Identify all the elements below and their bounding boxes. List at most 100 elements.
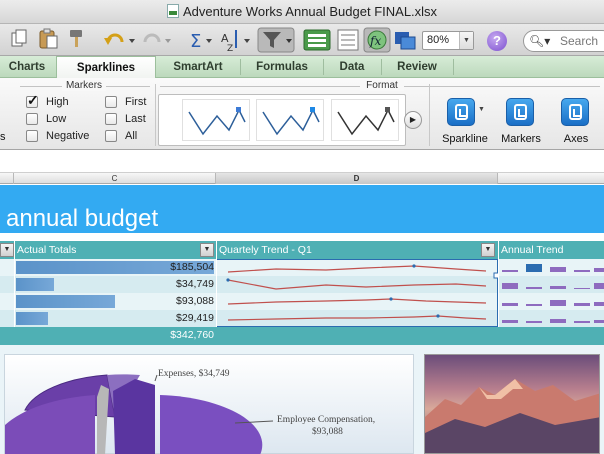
quarterly-sparklines[interactable] — [216, 259, 498, 327]
markers-button-label: Markers — [501, 133, 541, 145]
sparkline-style-3[interactable] — [331, 99, 399, 141]
filter-dropdown-icon[interactable]: ▼ — [200, 243, 214, 257]
marker-high-checkbox[interactable]: High — [26, 93, 106, 111]
markers-group-title: Markers — [62, 80, 106, 91]
help-button[interactable]: ? — [487, 31, 507, 51]
axes-icon — [569, 104, 582, 120]
header-actual-totals[interactable]: Actual Totals — [14, 241, 200, 259]
actual-total-value[interactable]: $185,504 — [16, 261, 214, 273]
column-header-e[interactable] — [498, 173, 604, 184]
sparkline-button-label: Sparkline — [442, 133, 488, 145]
marker-negative-checkbox[interactable]: Negative — [26, 129, 106, 145]
header-annual-trend[interactable]: Annual Trend — [498, 241, 604, 259]
axes-button-label: Axes — [563, 133, 589, 145]
toolbox-icon[interactable] — [337, 29, 359, 51]
filter-dropdown-icon[interactable]: ▼ — [481, 243, 495, 257]
tab-formulas[interactable]: Formulas — [242, 56, 322, 78]
actual-total-value[interactable]: $93,088 — [16, 295, 214, 307]
filter-icon[interactable] — [257, 27, 295, 53]
markers-icon — [514, 104, 527, 120]
tab-divider — [453, 59, 454, 75]
filter-dropdown-icon[interactable]: ▼ — [0, 243, 14, 257]
help-icon: ? — [493, 33, 501, 48]
autosum-icon[interactable]: Σ — [190, 31, 212, 52]
window-title: Adventure Works Annual Budget FINAL.xlsx — [0, 4, 604, 19]
marker-low-label: Low — [46, 113, 67, 125]
header-quarterly-trend[interactable]: Quartely Trend - Q1 — [216, 241, 480, 259]
sort-icon[interactable]: A Z — [221, 30, 250, 54]
column-header-d[interactable]: D — [216, 173, 498, 184]
svg-text:Σ: Σ — [190, 31, 201, 52]
group-separator — [155, 84, 156, 146]
marker-last-checkbox[interactable]: Last — [105, 112, 165, 128]
banner-title: annual budget — [6, 205, 159, 232]
undo-icon[interactable] — [104, 33, 135, 45]
window-title-text: Adventure Works Annual Budget FINAL.xlsx — [182, 4, 438, 19]
zoom-dropdown-icon[interactable]: ▼ — [459, 32, 473, 49]
marker-last-label: Last — [125, 113, 146, 125]
tab-charts[interactable]: Charts — [0, 56, 54, 78]
tab-review[interactable]: Review — [382, 56, 452, 78]
gallery-icon[interactable] — [303, 29, 331, 51]
chart-annotation-employee: Employee Compensation, — [277, 415, 376, 425]
sparkline-dropdown-icon[interactable]: ▼ — [478, 106, 485, 113]
markers-button[interactable] — [506, 98, 534, 126]
gallery-next-button[interactable]: ▶ — [404, 111, 422, 129]
sparkline-style-2[interactable] — [256, 99, 324, 141]
sparkline-style-gallery — [158, 94, 406, 146]
marker-high-label: High — [46, 96, 69, 108]
search-icon: 🔍︎▾ — [529, 34, 551, 48]
media-browser-icon[interactable] — [395, 32, 416, 50]
checkbox-icon[interactable] — [105, 113, 117, 125]
zoom-value: 80% — [427, 34, 450, 46]
formula-builder-icon[interactable]: fx — [363, 27, 391, 53]
svg-text:Z: Z — [227, 44, 233, 54]
svg-text:fx: fx — [369, 34, 381, 48]
actual-total-value[interactable]: $34,749 — [16, 278, 214, 290]
sparkline-style-1[interactable] — [182, 99, 250, 141]
checkbox-icon[interactable] — [105, 96, 117, 108]
marker-first-label: First — [125, 96, 147, 108]
tab-divider — [240, 59, 241, 75]
ribbon-tab-bar: Charts Sparklines SmartArt Formulas Data… — [0, 56, 604, 78]
marker-all-label: All — [125, 130, 138, 142]
search-placeholder: Search — [560, 34, 599, 48]
document-icon — [166, 4, 179, 18]
column-header-c[interactable]: C — [14, 173, 216, 184]
format-group-title: Format — [360, 80, 404, 91]
paste-icon[interactable] — [39, 28, 58, 49]
play-icon: ▶ — [409, 115, 417, 124]
column-headers: C D — [0, 173, 604, 184]
zoom-select[interactable]: 80% ▼ — [422, 31, 474, 50]
copy-icon[interactable] — [11, 29, 27, 47]
annual-trend-sparklines[interactable] — [498, 259, 604, 327]
marker-first-checkbox[interactable]: First — [105, 95, 165, 111]
actual-total-value[interactable]: $29,419 — [16, 312, 214, 324]
format-painter-icon[interactable] — [70, 30, 82, 47]
title-bar: Adventure Works Annual Budget FINAL.xlsx — [0, 0, 604, 24]
formula-bar[interactable] — [0, 151, 604, 173]
sparkline-icon — [455, 104, 468, 120]
checkbox-icon[interactable] — [26, 113, 38, 125]
group-separator — [429, 84, 430, 146]
total-value[interactable]: $342,760 — [16, 329, 214, 341]
standard-toolbar: Σ A Z fx — [0, 24, 604, 56]
chart-annotation-expenses: Expenses, $34,749 — [158, 369, 230, 379]
checkbox-icon[interactable] — [105, 130, 117, 142]
tab-sparklines[interactable]: Sparklines — [56, 56, 156, 78]
marker-low-checkbox[interactable]: Low — [26, 112, 106, 128]
ribbon-left-fragment: s — [0, 131, 6, 143]
chart-annotation-employee-value: $93,088 — [312, 427, 343, 437]
column-header-prev[interactable] — [0, 173, 14, 184]
tab-data[interactable]: Data — [324, 56, 380, 78]
checkbox-icon[interactable] — [26, 130, 38, 142]
redo-icon[interactable] — [143, 33, 171, 43]
marker-all-checkbox[interactable]: All — [105, 129, 165, 145]
tab-smartart[interactable]: SmartArt — [158, 56, 238, 78]
sparkline-button[interactable] — [447, 98, 475, 126]
mountain-photo[interactable] — [424, 354, 600, 454]
search-input[interactable]: 🔍︎▾ Search — [523, 30, 604, 52]
checkbox-checked-icon[interactable] — [26, 93, 39, 108]
axes-button[interactable] — [561, 98, 589, 126]
marker-negative-label: Negative — [46, 130, 90, 142]
